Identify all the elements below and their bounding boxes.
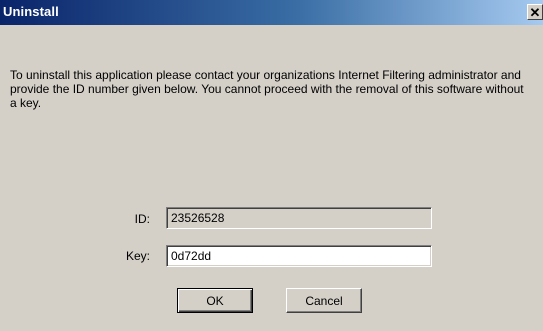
instruction-message: To uninstall this application please con… [10,68,524,110]
id-label: ID: [134,212,150,226]
uninstall-dialog: Uninstall ✕ To uninstall this applicatio… [0,0,543,331]
window-title: Uninstall [3,4,59,19]
cancel-button[interactable]: Cancel [286,288,362,313]
title-bar[interactable]: Uninstall ✕ [0,0,543,25]
key-field[interactable] [166,245,432,267]
close-icon: ✕ [529,4,541,20]
key-label: Key: [125,249,150,263]
ok-button[interactable]: OK [177,288,253,313]
id-field[interactable] [166,207,432,229]
close-button[interactable]: ✕ [527,4,543,20]
